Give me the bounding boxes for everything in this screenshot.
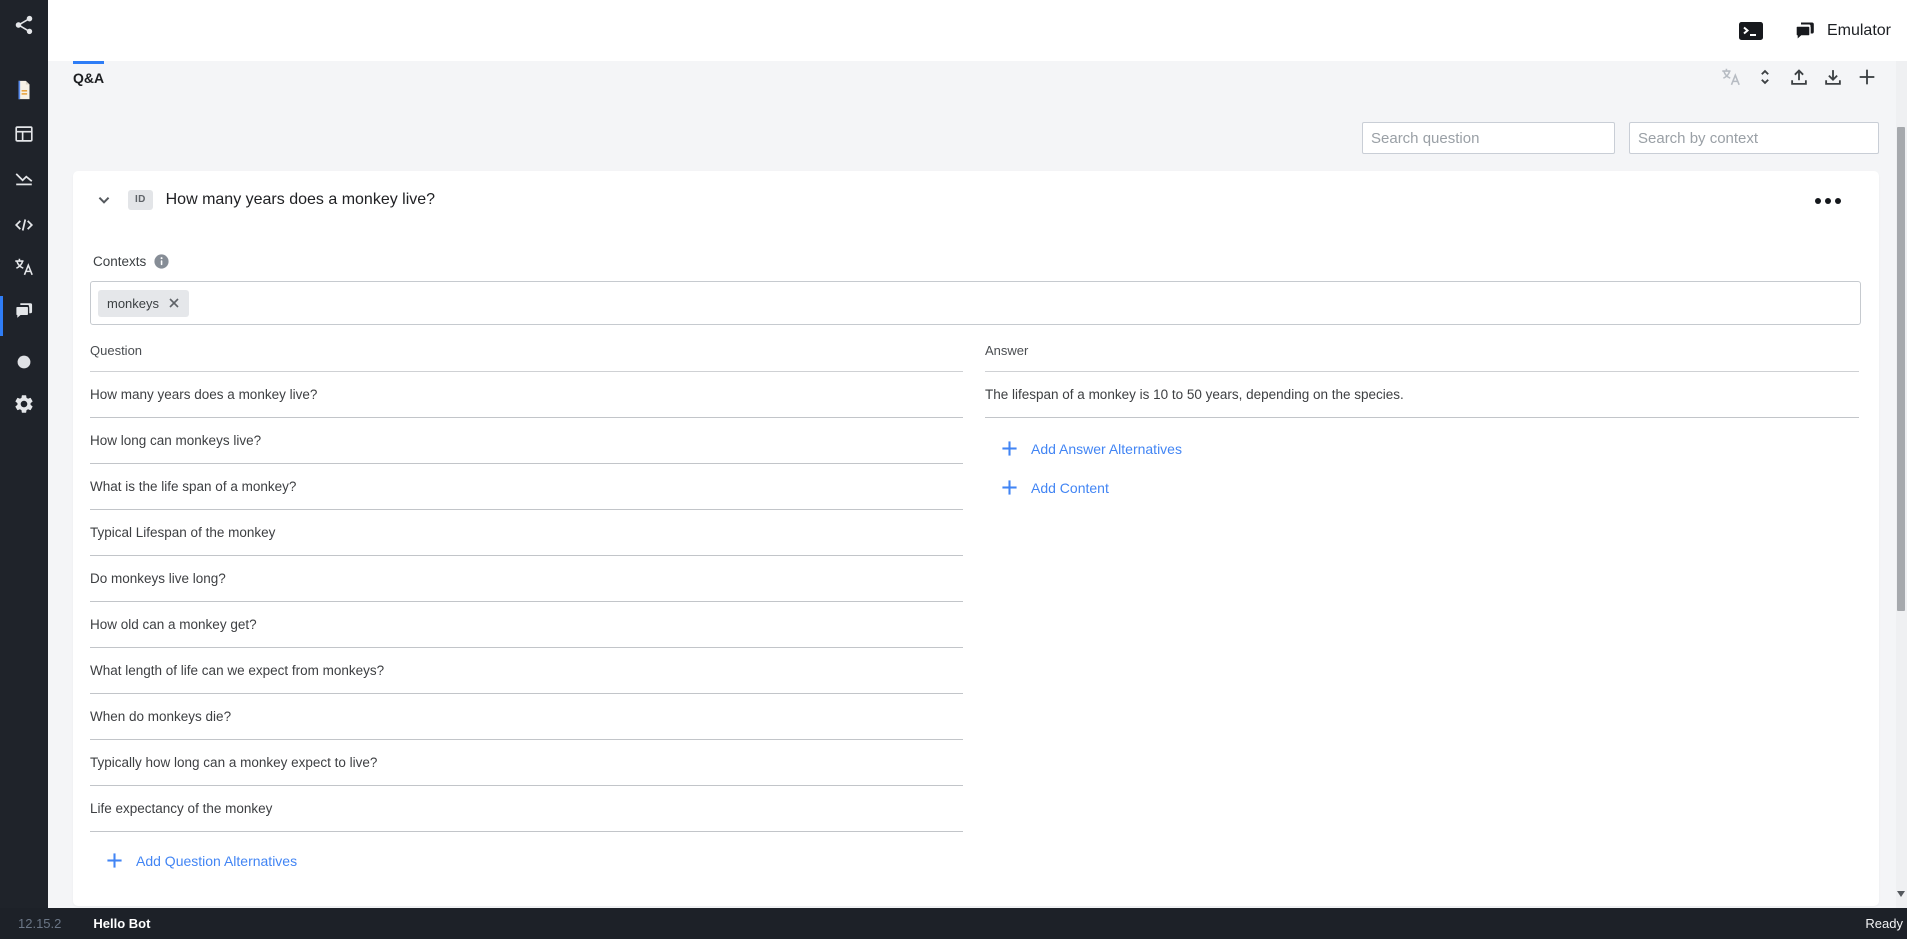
question-row[interactable]: How old can a monkey get? [90, 602, 963, 648]
plus-icon [107, 853, 122, 868]
add-question-alternatives-button[interactable]: Add Question Alternatives [106, 852, 297, 869]
code-icon[interactable] [13, 214, 35, 236]
add-question-alternatives-label: Add Question Alternatives [136, 852, 298, 869]
translate-icon[interactable] [13, 256, 35, 278]
search-question-input[interactable] [1362, 122, 1615, 154]
scrollbar-thumb[interactable] [1897, 127, 1905, 611]
question-row[interactable]: When do monkeys die? [90, 694, 963, 740]
question-row[interactable]: What is the life span of a monkey? [90, 464, 963, 510]
add-answer-alternatives-button[interactable]: Add Answer Alternatives [1001, 440, 1182, 457]
emulator-label: Emulator [1826, 21, 1891, 39]
question-column: Question How many years does a monkey li… [90, 343, 963, 874]
add-icon[interactable] [1856, 66, 1878, 88]
question-column-header: Question [90, 343, 963, 372]
top-bar: Emulator [48, 0, 1907, 61]
question-text: Do monkeys live long? [90, 571, 226, 586]
context-tag: monkeys [98, 289, 190, 317]
answer-column-header: Answer [985, 343, 1859, 372]
scrollbar-down-arrow[interactable] [1897, 891, 1905, 897]
contexts-input[interactable]: monkeys [90, 281, 1861, 325]
translate-icon [1720, 66, 1742, 88]
info-icon[interactable] [153, 253, 170, 270]
contexts-label-row: Contexts [93, 253, 170, 270]
question-text: Life expectancy of the monkey [90, 801, 273, 816]
upload-icon[interactable] [1788, 66, 1810, 88]
settings-gear-icon[interactable] [13, 393, 35, 415]
question-text: Typical Lifespan of the monkey [90, 525, 276, 540]
contexts-label: Contexts [93, 254, 147, 269]
download-icon[interactable] [1822, 66, 1844, 88]
add-content-button[interactable]: Add Content [1001, 479, 1109, 496]
qna-title[interactable]: How many years does a monkey live? [166, 191, 435, 209]
question-text: How long can monkeys live? [90, 433, 262, 448]
question-text: What length of life can we expect from m… [90, 663, 385, 678]
question-text: Typically how long can a monkey expect t… [90, 755, 378, 770]
chat-icon[interactable] [13, 300, 35, 322]
question-list: How many years does a monkey live? How l… [90, 372, 963, 832]
qna-card: ID How many years does a monkey live? Co… [73, 171, 1879, 906]
context-tag-label: monkeys [107, 295, 160, 311]
plus-icon [1002, 480, 1017, 495]
unfold-more-icon[interactable] [1754, 66, 1776, 88]
more-options-button[interactable] [1815, 198, 1841, 204]
question-row[interactable]: Typically how long can a monkey expect t… [90, 740, 963, 786]
add-answer-alternatives-label: Add Answer Alternatives [1031, 440, 1182, 457]
add-content-label: Add Content [1031, 479, 1109, 496]
tab-qa[interactable]: Q&A [73, 61, 105, 86]
question-text: What is the life span of a monkey? [90, 479, 297, 494]
vertical-scrollbar[interactable] [1896, 61, 1907, 908]
form-document-icon[interactable] [13, 79, 35, 101]
question-text: How many years does a monkey live? [90, 387, 318, 402]
terminal-icon[interactable] [1737, 19, 1765, 43]
share-icon[interactable] [13, 14, 35, 36]
left-sidebar [0, 0, 48, 939]
question-row[interactable]: How many years does a monkey live? [90, 372, 963, 418]
question-text: When do monkeys die? [90, 709, 232, 724]
id-badge[interactable]: ID [128, 190, 153, 210]
search-context-input[interactable] [1629, 122, 1879, 154]
question-text: How old can a monkey get? [90, 617, 257, 632]
question-row[interactable]: What length of life can we expect from m… [90, 648, 963, 694]
answer-column: Answer The lifespan of a monkey is 10 to… [985, 343, 1859, 496]
status-ready-label: Ready [1865, 916, 1903, 931]
question-row[interactable]: How long can monkeys live? [90, 418, 963, 464]
emulator-chat-icon [1793, 19, 1817, 43]
qna-toolbar [1720, 66, 1878, 88]
question-row[interactable]: Typical Lifespan of the monkey [90, 510, 963, 556]
plus-icon [1002, 441, 1017, 456]
status-bar: 12.15.2 Hello Bot Ready [0, 908, 1907, 939]
answer-row[interactable]: The lifespan of a monkey is 10 to 50 yea… [985, 372, 1859, 418]
circle-icon[interactable] [13, 351, 35, 373]
answer-text: The lifespan of a monkey is 10 to 50 yea… [985, 387, 1404, 402]
question-row[interactable]: Do monkeys live long? [90, 556, 963, 602]
remove-tag-icon[interactable] [168, 297, 180, 309]
dashboard-icon[interactable] [13, 123, 35, 145]
line-chart-icon[interactable] [13, 167, 35, 189]
version-label: 12.15.2 [18, 916, 62, 931]
bot-name-label: Hello Bot [93, 916, 151, 931]
qna-card-header: ID How many years does a monkey live? [93, 189, 435, 211]
emulator-button[interactable]: Emulator [1793, 19, 1891, 43]
chevron-down-icon[interactable] [93, 189, 115, 211]
active-nav-indicator [0, 296, 3, 336]
question-row[interactable]: Life expectancy of the monkey [90, 786, 963, 832]
